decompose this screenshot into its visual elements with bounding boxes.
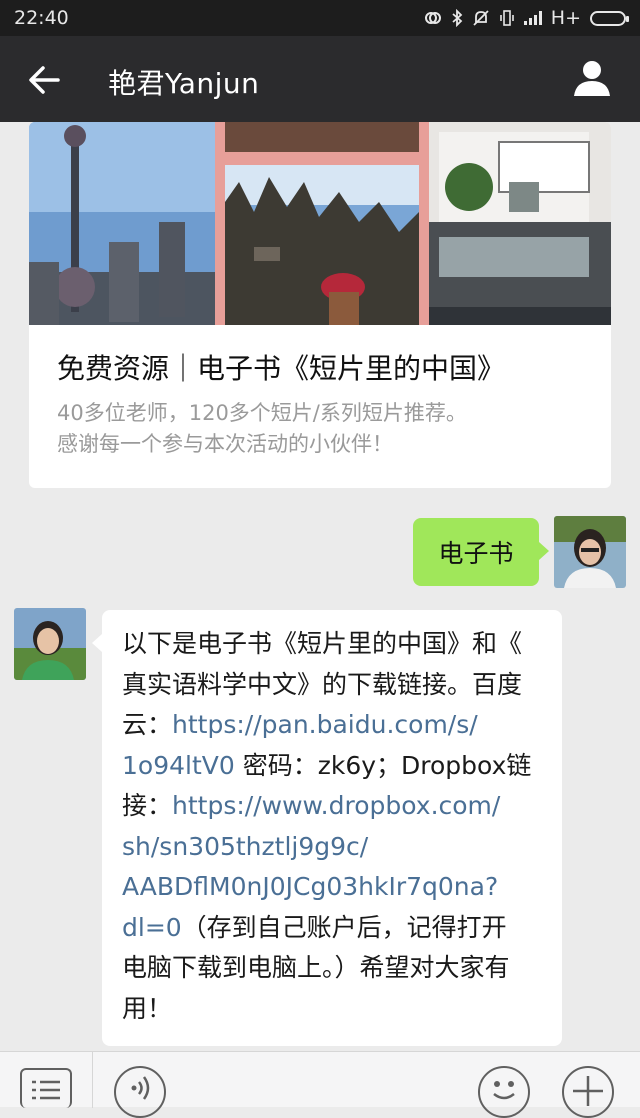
article-description-line: 感谢每一个参与本次活动的小伙伴！: [57, 432, 393, 456]
status-time: 22:40: [14, 7, 69, 29]
outgoing-message-bubble[interactable]: 电子书: [413, 518, 549, 586]
chat-header: 艳君Yanjun: [0, 36, 640, 122]
message-text-segment: 用！: [122, 993, 173, 1023]
status-bar: 22:40 H+: [0, 0, 640, 36]
message-line: sh/sn305thztlj9g9c/: [122, 827, 544, 868]
chat-toolbar: [0, 1051, 640, 1118]
message-line: 真实语料学中文》的下载链接。百度: [122, 665, 544, 706]
menu-icon[interactable]: [20, 1068, 72, 1108]
message-link[interactable]: dl=0: [122, 913, 182, 942]
person-icon[interactable]: [570, 56, 614, 100]
plus-icon[interactable]: [562, 1066, 614, 1118]
mute-icon: [473, 10, 489, 26]
chat-title: 艳君Yanjun: [108, 67, 260, 100]
signal-icon: [523, 11, 542, 25]
article-description-line: 40多位老师，120多个短片/系列短片推荐。: [57, 401, 467, 425]
vibrate-icon: [499, 10, 514, 26]
emoji-icon[interactable]: [478, 1066, 530, 1118]
message-link[interactable]: sh/sn305thztlj9g9c/: [122, 832, 368, 861]
incoming-message-text: 以下是电子书《短片里的中国》和《 真实语料学中文》的下载链接。百度 云：https:…: [122, 624, 544, 1029]
message-line: 用！: [122, 989, 544, 1030]
message-link[interactable]: https://pan.baidu.com/s/: [172, 710, 478, 739]
my-avatar[interactable]: [554, 516, 626, 588]
incoming-message-bubble[interactable]: 以下是电子书《短片里的中国》和《 真实语料学中文》的下载链接。百度 云：https:…: [92, 610, 562, 1046]
message-text-segment: 云：: [122, 710, 173, 739]
back-arrow-icon[interactable]: [22, 58, 66, 102]
message-link[interactable]: AABDflM0nJ0JCg03hkIr7q0na?: [122, 872, 498, 901]
message-line: AABDflM0nJ0JCg03hkIr7q0na?: [122, 867, 544, 908]
voice-icon[interactable]: [114, 1066, 166, 1118]
message-text-segment: 密码：zk6y；Dropbox链: [234, 750, 532, 780]
network-type: H+: [550, 7, 581, 29]
article-card[interactable]: 免费资源｜电子书《短片里的中国》 40多位老师，120多个短片/系列短片推荐。 …: [29, 122, 611, 488]
message-link[interactable]: 1o94ltV0: [122, 751, 235, 780]
message-text-segment: 接：: [122, 791, 173, 820]
article-cover-image: [29, 122, 611, 325]
message-line: 1o94ltV0 密码：zk6y；Dropbox链: [122, 746, 544, 787]
article-title: 免费资源｜电子书《短片里的中国》: [57, 352, 506, 385]
message-line: dl=0（存到自己账户后，记得打开: [122, 908, 544, 949]
message-text-segment: （存到自己账户后，记得打开: [181, 912, 507, 942]
message-text-segment: 电脑下载到电脑上。）希望对大家有: [122, 953, 510, 982]
article-description: 40多位老师，120多个短片/系列短片推荐。 感谢每一个参与本次活动的小伙伴！: [57, 398, 597, 460]
sync-icon: [424, 12, 441, 24]
message-line: 以下是电子书《短片里的中国》和《: [122, 624, 544, 665]
battery-icon: [590, 10, 629, 26]
bluetooth-icon: [452, 9, 463, 27]
message-text-segment: 以下是电子书《短片里的中国》和《: [122, 629, 523, 658]
message-line: 云：https://pan.baidu.com/s/: [122, 705, 544, 746]
sender-avatar[interactable]: [14, 608, 86, 680]
toolbar-divider: [92, 1052, 93, 1108]
message-link[interactable]: https://www.dropbox.com/: [172, 791, 500, 820]
status-icons: H+: [424, 7, 629, 29]
message-line: 接：https://www.dropbox.com/: [122, 786, 544, 827]
outgoing-message-text: 电子书: [438, 539, 514, 568]
message-line: 电脑下载到电脑上。）希望对大家有: [122, 948, 544, 989]
message-text-segment: 真实语料学中文》的下载链接。百度: [122, 669, 523, 699]
